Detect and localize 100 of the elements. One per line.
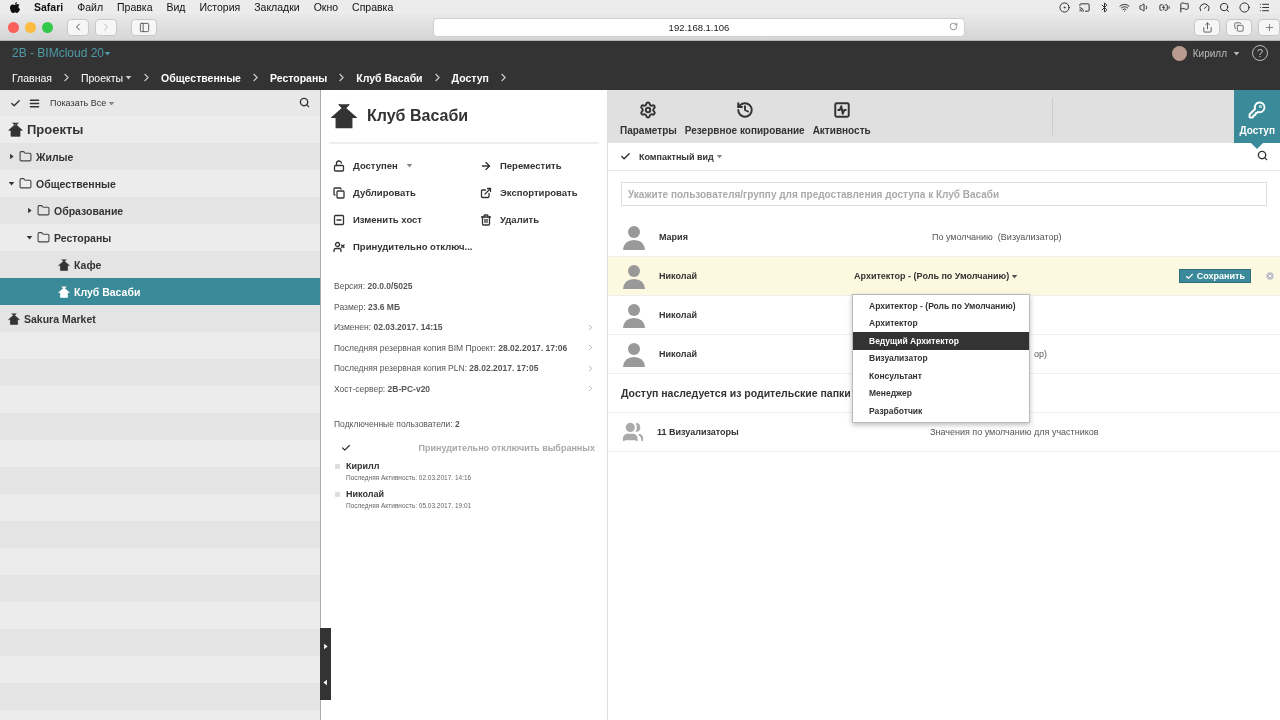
checkbox[interactable] [335, 492, 340, 497]
tree-item[interactable]: Общественные [0, 170, 320, 197]
user-name: Николай [658, 349, 698, 359]
check-icon[interactable] [341, 443, 351, 453]
tree-item[interactable]: Образование [0, 197, 320, 224]
menu-option[interactable]: Консультант [853, 367, 1029, 385]
app-menu[interactable]: Safari [34, 1, 64, 13]
tree-item[interactable]: Sakura Market [0, 305, 320, 332]
save-button[interactable]: Сохранить [1178, 269, 1251, 283]
search-icon[interactable] [1219, 1, 1230, 13]
menu-option[interactable]: Разработчик [853, 402, 1029, 420]
menu-item[interactable]: Окно [313, 1, 339, 13]
menu-item[interactable]: Правка [117, 1, 153, 13]
bluetooth-icon[interactable] [1099, 1, 1110, 13]
sidebar-icon [138, 21, 150, 33]
caret-icon [715, 153, 723, 160]
filter-dropdown[interactable]: Показать Все [50, 98, 116, 108]
key-icon [1248, 101, 1267, 119]
tree-item[interactable]: Рестораны [0, 224, 320, 251]
tree-item[interactable]: Жилые [0, 143, 320, 170]
folder-icon [19, 150, 32, 163]
expand-handle[interactable] [320, 628, 331, 664]
breadcrumb-link[interactable]: Доступ [451, 71, 489, 84]
wifi-icon[interactable] [1119, 1, 1130, 13]
address-field[interactable]: 192.168.1.106 [433, 17, 965, 37]
user-remove-icon [333, 240, 345, 253]
check-icon [1184, 271, 1194, 281]
users-icon [622, 421, 644, 443]
action-link[interactable]: Принудительно отключ... [333, 233, 480, 260]
check-icon[interactable] [10, 97, 21, 109]
user-name: Николай [658, 271, 698, 281]
user-name: Николай [346, 489, 385, 499]
action-link[interactable]: Переместить [480, 152, 595, 179]
new-tab-button[interactable] [1258, 18, 1280, 36]
collapse-handle[interactable] [320, 664, 331, 700]
lock-open-icon [333, 159, 345, 172]
breadcrumb-link[interactable]: Главная [12, 71, 52, 84]
product-menu[interactable]: 2B - BIMcloud 20 [12, 46, 105, 60]
action-link[interactable]: Изменить хост [333, 206, 480, 233]
info-text: Изменен: 02.03.2017. 14:15 [334, 322, 444, 333]
gauge-icon[interactable] [1199, 1, 1210, 13]
search-icon[interactable] [1257, 150, 1268, 161]
tab[interactable]: Резервное копирование [684, 90, 805, 143]
info-text: Последняя резервная копия PLN: 28.02.2017. 17:05 [334, 363, 540, 374]
menu-item[interactable]: Файл [77, 1, 103, 13]
menu-option[interactable]: Архитектор - (Роль по Умолчанию) [853, 297, 1029, 315]
breadcrumb-link[interactable]: Общественные [161, 71, 241, 84]
check-icon[interactable] [620, 151, 631, 162]
tabs-button[interactable] [1226, 18, 1252, 36]
house-icon [58, 258, 70, 271]
menu-item[interactable]: История [199, 1, 241, 13]
search-icon[interactable] [299, 96, 310, 108]
gear-icon [639, 101, 658, 119]
list-icon[interactable] [1259, 1, 1270, 13]
tree-item[interactable]: Клуб Васаби [0, 278, 320, 305]
sidebar-button[interactable] [131, 18, 157, 36]
info-text: Версия: 20.0.0/5025 [334, 281, 414, 292]
flag-icon[interactable] [1179, 1, 1190, 13]
menu-item[interactable]: Вид [166, 1, 186, 13]
tab[interactable]: Параметры [620, 90, 677, 143]
circular-arrow-icon [735, 101, 754, 119]
role-dropdown[interactable]: Архитектор - (Роль по Умолчанию) [854, 271, 1019, 281]
house-icon [331, 103, 357, 129]
view-dropdown[interactable]: Компактный вид [639, 151, 723, 162]
menu-option[interactable]: Ведущий Архитектор [853, 332, 1029, 350]
share-search-field[interactable]: Укажите пользователя/группу для предоставления доступа к Клуб Васаби [621, 182, 1267, 206]
user-avatar[interactable] [1171, 45, 1187, 61]
tab[interactable]: Активность [812, 90, 871, 143]
breadcrumb-link[interactable]: Рестораны [269, 71, 328, 84]
apple-icon[interactable] [10, 1, 20, 13]
record-icon[interactable] [1059, 1, 1070, 13]
group-name: 11 Визуализаторы [656, 427, 740, 437]
user-avatar-icon [622, 302, 646, 328]
menu-item[interactable]: Закладки [254, 1, 300, 13]
folder-icon [37, 231, 50, 244]
caret-icon [104, 49, 112, 57]
tree-item[interactable]: Кафе [0, 251, 320, 278]
action-link[interactable]: Экспортировать [480, 179, 595, 206]
circle-icon[interactable] [1239, 1, 1250, 13]
user-name: Николай [658, 310, 698, 320]
list-icon[interactable] [29, 97, 40, 109]
info-text: Размер: 23.6 МБ [334, 301, 402, 312]
trash-icon [480, 213, 492, 226]
house-icon [8, 312, 20, 325]
user-menu[interactable]: Кирилл [1192, 47, 1227, 59]
action-link[interactable]: Доступен [333, 152, 480, 179]
house-icon [58, 285, 70, 298]
volume-icon[interactable] [1139, 1, 1150, 13]
checkbox[interactable] [335, 464, 340, 469]
action-link[interactable]: Дублировать [333, 179, 480, 206]
breadcrumb-link[interactable]: Клуб Васаби [356, 71, 423, 84]
breadcrumb-link[interactable]: Проекты [80, 71, 133, 84]
action-link[interactable]: Удалить [480, 206, 595, 233]
info-text: Последняя резервная копия BIM Проект: 28.02.2017. 17:06 [334, 342, 569, 353]
tree-item[interactable]: Проекты [0, 116, 320, 143]
menu-item[interactable]: Справка [352, 1, 394, 13]
share-button[interactable] [1194, 18, 1220, 36]
reload-icon[interactable] [949, 21, 958, 31]
folder-icon [19, 177, 32, 190]
project-title: Клуб Васаби [367, 107, 469, 125]
